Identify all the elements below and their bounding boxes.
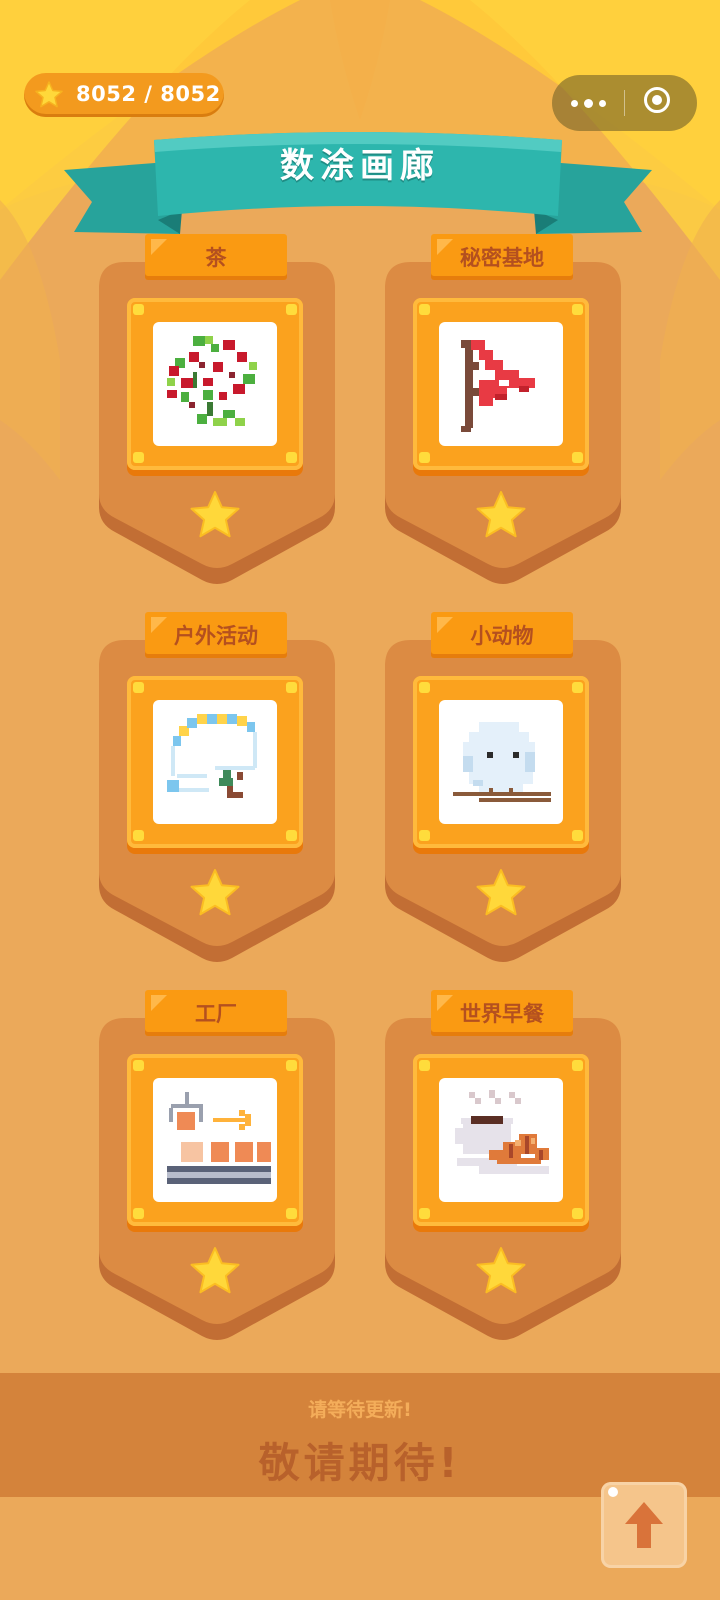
album-card-outdoor[interactable]: 户外活动 (97, 612, 337, 970)
arrow-up-icon (608, 1487, 663, 1548)
rivet (133, 1208, 144, 1219)
hang-glider-pixel-art (153, 700, 277, 824)
rivet (419, 304, 430, 315)
rivet (572, 304, 583, 315)
star-counter: 8052 / 8052 (24, 73, 224, 117)
star-count: 8052 / 8052 (76, 82, 221, 106)
album-card-factory[interactable]: 工厂 (97, 990, 337, 1348)
star-icon (190, 491, 240, 538)
album-label: 小动物 (470, 624, 534, 648)
album-label-tab: 世界早餐 (431, 990, 573, 1036)
rivet (286, 452, 297, 463)
coffee-croissant-pixel-art (439, 1078, 563, 1202)
rivet (419, 1060, 430, 1071)
rivet (286, 1208, 297, 1219)
album-label-tab: 秘密基地 (431, 234, 573, 280)
rivet (133, 304, 144, 315)
rivet (419, 1208, 430, 1219)
album-label-tab: 小动物 (431, 612, 573, 658)
star-icon (190, 869, 240, 916)
footer-subtitle: 请等待更新! (308, 1399, 412, 1421)
rivet (419, 830, 430, 841)
rivet (419, 452, 430, 463)
rivet (572, 830, 583, 841)
album-label: 工厂 (195, 1002, 237, 1026)
small-bird-pixel-art (439, 700, 563, 824)
scroll-top-button[interactable] (601, 1482, 687, 1568)
more-dots-icon[interactable] (552, 75, 624, 131)
album-label-tab: 户外活动 (145, 612, 287, 658)
rivet (286, 682, 297, 693)
rivet (572, 1060, 583, 1071)
rivet (286, 1060, 297, 1071)
star-icon (35, 81, 63, 108)
rivet (133, 682, 144, 693)
pennant-flag-pixel-art (439, 322, 563, 446)
capsule-menu (552, 75, 697, 131)
close-target-icon[interactable] (625, 75, 697, 131)
page-title: 数涂画廊 (280, 146, 440, 186)
star-icon (476, 491, 526, 538)
rivet (133, 452, 144, 463)
album-label: 世界早餐 (460, 1002, 544, 1026)
album-card-small-animals[interactable]: 小动物 (383, 612, 623, 970)
rivet (572, 452, 583, 463)
album-label-tab: 茶 (145, 234, 287, 280)
rivet (133, 1060, 144, 1071)
album-card-world-breakfast[interactable]: 世界早餐 (383, 990, 623, 1348)
album-card-tea[interactable]: 茶 (97, 234, 337, 592)
album-label: 秘密基地 (460, 246, 544, 270)
star-icon (476, 869, 526, 916)
tea-branch-pixel-art (153, 322, 277, 446)
rivet (286, 830, 297, 841)
star-icon (190, 1247, 240, 1294)
rivet (572, 682, 583, 693)
rivet (286, 304, 297, 315)
album-card-secret-base[interactable]: 秘密基地 (383, 234, 623, 592)
album-label: 户外活动 (174, 624, 258, 648)
rivet (572, 1208, 583, 1219)
coming-soon-footer: 请等待更新! 敬请期待! (0, 1373, 720, 1497)
star-icon (476, 1247, 526, 1294)
rivet (133, 830, 144, 841)
footer-main-text: 敬请期待! (258, 1439, 462, 1487)
album-label: 茶 (205, 246, 227, 270)
rivet (419, 682, 430, 693)
factory-conveyor-pixel-art (153, 1078, 277, 1202)
album-label-tab: 工厂 (145, 990, 287, 1036)
